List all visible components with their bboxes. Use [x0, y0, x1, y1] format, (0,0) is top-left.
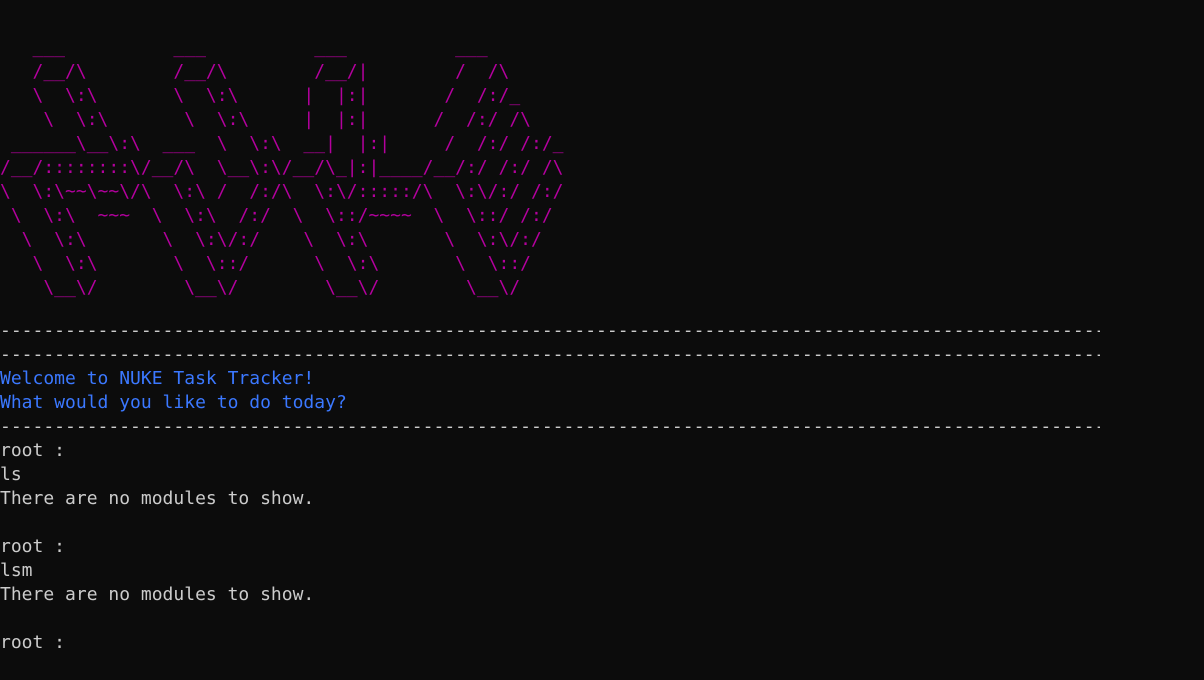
active-prompt[interactable]: root : — [0, 631, 314, 655]
separator-line: ----------------------------------------… — [0, 416, 1100, 437]
command-output: There are no modules to show. — [0, 584, 315, 605]
command-output: There are no modules to show. — [0, 488, 315, 509]
welcome-question: What would you like to do today? — [0, 392, 347, 413]
separator-line: ----------------------------------------… — [0, 344, 1100, 365]
command-text: lsm — [0, 560, 33, 581]
command-text: ls — [0, 464, 22, 485]
terminal-session: root : ls There are no modules to show. … — [0, 439, 314, 655]
header-separators: ----------------------------------------… — [0, 319, 1100, 367]
welcome-message: Welcome to NUKE Task Tracker! What would… — [0, 367, 1100, 439]
prompt: root : — [0, 440, 66, 461]
welcome-line: Welcome to NUKE Task Tracker! — [0, 368, 315, 389]
logo-ascii-art: ___ ___ ___ ___ /__/\ /__/\ /__/| / /\ \… — [0, 37, 564, 298]
nuke-ascii-logo: ___ ___ ___ ___ /__/\ /__/\ /__/| / /\ \… — [0, 36, 600, 300]
prompt: root : — [0, 536, 66, 557]
terminal-window[interactable]: ___ ___ ___ ___ /__/\ /__/\ /__/| / /\ \… — [0, 0, 1204, 680]
separator-line: ----------------------------------------… — [0, 320, 1100, 341]
